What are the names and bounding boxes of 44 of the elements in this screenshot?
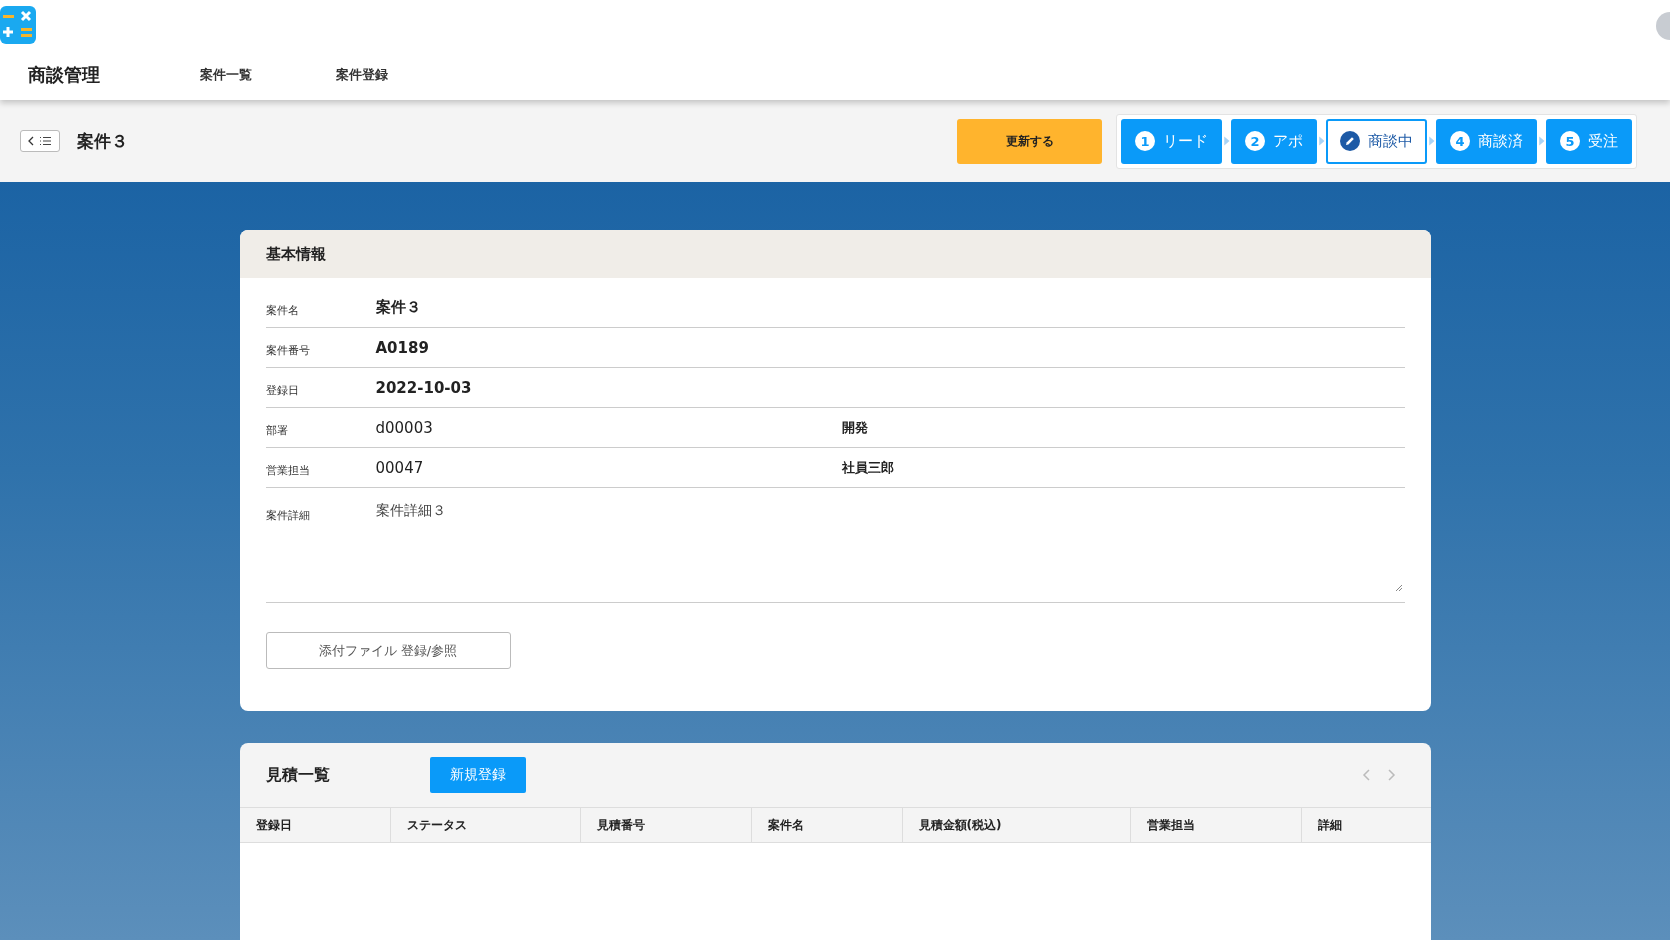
field-name: 開発 xyxy=(841,418,868,437)
field-label: 案件番号 xyxy=(265,343,311,358)
nav-link[interactable]: 案件登録 xyxy=(336,66,388,84)
resize-grip-icon xyxy=(1394,584,1403,592)
attachment-button[interactable]: 添付ファイル 登録/参照 xyxy=(265,632,511,669)
card-title: 見積一覧 xyxy=(265,764,331,786)
card-title: 基本情報 xyxy=(239,230,1431,278)
previous-icon[interactable] xyxy=(1360,768,1373,782)
nav-link[interactable]: 案件一覧 xyxy=(200,66,252,84)
column-header: 見積番号 xyxy=(579,808,751,842)
field-label: 案件名 xyxy=(265,303,300,318)
app-title: 商談管理 xyxy=(28,63,101,87)
step-label: 商談済 xyxy=(1478,131,1523,151)
field-label: 営業担当 xyxy=(265,463,311,478)
back-list-icon xyxy=(27,135,53,147)
step-label: 受注 xyxy=(1588,131,1618,151)
field-name: 社員三郎 xyxy=(841,458,894,477)
page-title: 案件３ xyxy=(77,129,128,153)
step-number: 4 xyxy=(1450,131,1470,151)
field-value: A0189 xyxy=(375,338,430,357)
column-header: 登録日 xyxy=(254,816,293,834)
update-button[interactable]: 更新する xyxy=(957,118,1102,164)
field-label: 登録日 xyxy=(265,383,300,398)
step-number: 2 xyxy=(1245,131,1265,151)
column-header: 詳細 xyxy=(1300,808,1431,842)
step-number: 5 xyxy=(1560,131,1580,151)
pencil-icon xyxy=(1340,131,1360,151)
column-header: 営業担当 xyxy=(1129,808,1301,842)
field-value: 2022-10-03 xyxy=(375,378,473,397)
detail-textarea[interactable]: 案件詳細３ xyxy=(375,502,1405,592)
field-value: 案件３ xyxy=(375,298,422,317)
step-tab[interactable]: 商談中 xyxy=(1326,118,1427,164)
step-label: 商談中 xyxy=(1368,131,1413,151)
step-label: アポ xyxy=(1273,131,1303,151)
field-value: 00047 xyxy=(375,458,425,477)
back-to-list-button[interactable] xyxy=(20,130,60,152)
column-header: 案件名 xyxy=(750,808,902,842)
column-header: 見積金額(税込) xyxy=(901,808,1130,842)
field-label: 部署 xyxy=(265,423,289,438)
column-header: ステータス xyxy=(389,808,580,842)
field-value: d00003 xyxy=(375,418,434,437)
step-number: 1 xyxy=(1135,131,1155,151)
step-label: リード xyxy=(1163,131,1208,151)
field-label: 案件詳細 xyxy=(265,508,311,523)
